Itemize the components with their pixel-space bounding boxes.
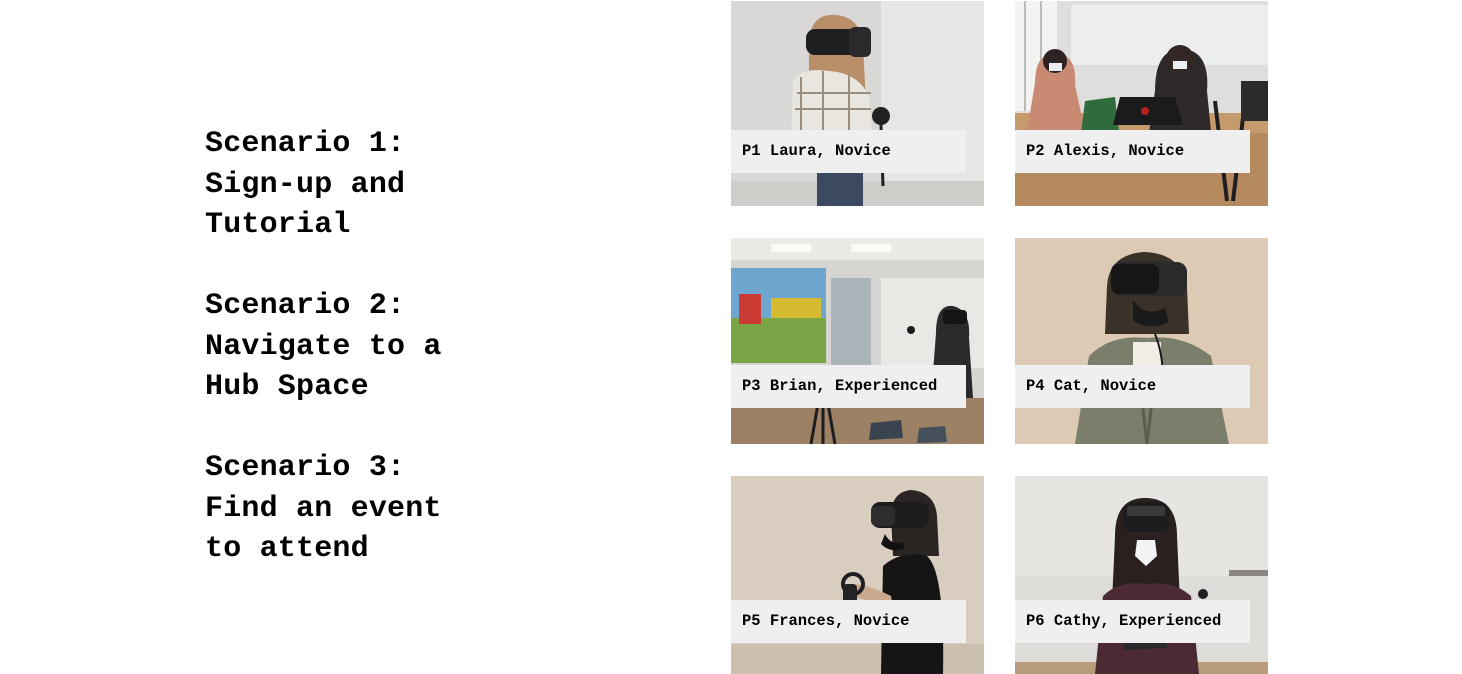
scenario-2-desc-line-2: Hub Space xyxy=(205,370,369,404)
scenario-1-desc-line-1: Sign-up and xyxy=(205,167,406,202)
participant-photo-p5: P5 Frances, Novice xyxy=(731,476,984,674)
participant-caption-p5: P5 Frances, Novice xyxy=(731,600,966,643)
participant-image-p4 xyxy=(1015,238,1268,444)
scenario-3-desc-line-2: to attend xyxy=(205,532,369,566)
participant-photo-p6: P6 Cathy, Experienced xyxy=(1015,476,1268,674)
participant-caption-p3: P3 Brian, Experienced xyxy=(731,365,966,408)
scenario-1-title: Scenario 1: xyxy=(205,127,406,161)
scenario-2-desc-line-1: Navigate to a xyxy=(205,329,442,364)
participant-image-p5 xyxy=(731,476,984,674)
scenario-2-title: Scenario 2: xyxy=(205,289,406,323)
scenario-3-title: Scenario 3: xyxy=(205,451,406,485)
scenario-2: Scenario 2: Navigate to a Hub Space xyxy=(205,286,625,408)
participant-photo-p2: P2 Alexis, Novice xyxy=(1015,1,1268,206)
participant-photo-p1: P1 Laura, Novice xyxy=(731,1,984,206)
participant-caption-p1: P1 Laura, Novice xyxy=(731,130,966,173)
scenario-list: Scenario 1: Sign-up and Tutorial Scenari… xyxy=(205,124,625,610)
participant-caption-p2: P2 Alexis, Novice xyxy=(1015,130,1250,173)
scenario-3: Scenario 3: Find an event to attend xyxy=(205,448,625,570)
participant-photo-p3: P3 Brian, Experienced xyxy=(731,238,984,444)
participant-caption-p4: P4 Cat, Novice xyxy=(1015,365,1250,408)
participant-image-p1 xyxy=(731,1,984,206)
participant-photo-p4: P4 Cat, Novice xyxy=(1015,238,1268,444)
scenario-1-desc-line-2: Tutorial xyxy=(205,208,351,242)
scenario-3-desc-line-1: Find an event xyxy=(205,491,442,526)
scenario-1: Scenario 1: Sign-up and Tutorial xyxy=(205,124,625,246)
participant-image-p3 xyxy=(731,238,984,444)
participant-image-p6 xyxy=(1015,476,1268,674)
participant-image-p2 xyxy=(1015,1,1268,206)
participant-caption-p6: P6 Cathy, Experienced xyxy=(1015,600,1250,643)
